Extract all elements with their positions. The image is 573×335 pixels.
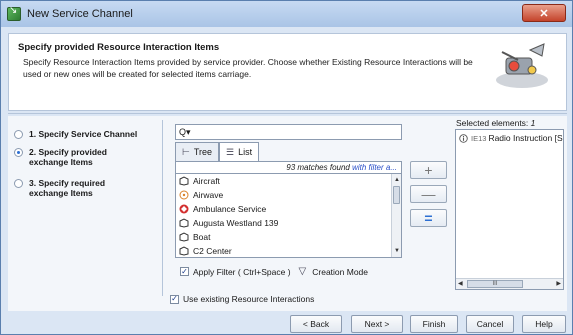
tab-tree[interactable]: ⊢ Tree: [175, 142, 220, 161]
remove-button[interactable]: —: [410, 185, 447, 203]
tab-tree-label: Tree: [193, 147, 213, 157]
service-icon: [179, 204, 189, 214]
search-input[interactable]: Q▾: [175, 124, 402, 140]
list-scrollbar[interactable]: ▲ ▼: [391, 174, 401, 257]
step-3-radio[interactable]: [14, 179, 23, 188]
selected-item[interactable]: IE13 Radio Instruction [S: [459, 133, 563, 143]
view-tabs: ⊢ Tree ☰ List: [175, 142, 260, 161]
selected-hscrollbar[interactable]: ◀ III ▶: [456, 278, 563, 289]
header-title: Specify provided Resource Interaction It…: [18, 42, 220, 53]
transfer-buttons: + — =: [410, 161, 447, 233]
apply-filter-label: Apply Filter ( Ctrl+Space ): [193, 266, 291, 277]
step-2-radio[interactable]: [14, 148, 23, 157]
tab-list[interactable]: ☰ List: [219, 142, 260, 161]
scroll-left-icon[interactable]: ◀: [458, 280, 463, 287]
wizard-body: 1. Specify Service Channel 2. Specify pr…: [8, 116, 567, 311]
finish-button[interactable]: Finish: [410, 315, 458, 333]
block-icon: [179, 232, 189, 242]
dialog-window: New Service Channel ✕ Specify provided R…: [0, 0, 573, 335]
selected-elements-label: Selected elements: 1: [456, 118, 536, 128]
button-bar: < Back Next > Finish Cancel Help: [1, 313, 572, 335]
tab-list-label: List: [238, 147, 253, 157]
use-existing-row: ✓ Use existing Resource Interactions: [170, 294, 314, 304]
block-icon: [179, 218, 189, 228]
list-item[interactable]: Boat: [176, 230, 401, 244]
step-2[interactable]: 2. Specify provided exchange Items: [14, 147, 134, 167]
step-2-label: 2. Specify provided exchange Items: [29, 147, 107, 167]
filter-link[interactable]: with filter a...: [352, 163, 397, 172]
header-separator: [8, 113, 567, 114]
block-icon: [179, 176, 189, 186]
step-1[interactable]: 1. Specify Service Channel: [14, 129, 137, 139]
close-button[interactable]: ✕: [522, 4, 566, 22]
selected-item-label: Radio Instruction [S: [488, 133, 563, 143]
matches-count: 93 matches found: [286, 163, 353, 172]
filter-row: ✓ Apply Filter ( Ctrl+Space ) ▽ Creation…: [180, 266, 368, 277]
signal-icon: [179, 190, 189, 200]
window-title: New Service Channel: [27, 8, 133, 20]
matches-status: 93 matches found with filter a...: [175, 161, 402, 173]
selected-elements-list[interactable]: IE13 Radio Instruction [S ◀ III ▶: [455, 129, 564, 290]
add-button[interactable]: +: [410, 161, 447, 179]
back-button[interactable]: < Back: [290, 315, 342, 333]
cancel-button[interactable]: Cancel: [466, 315, 514, 333]
hscroll-thumb[interactable]: III: [467, 280, 523, 288]
scroll-up-icon[interactable]: ▲: [393, 176, 401, 184]
scroll-right-icon[interactable]: ▶: [556, 280, 561, 287]
wizard-header: Specify provided Resource Interaction It…: [8, 33, 567, 111]
search-icon: Q▾: [179, 126, 191, 137]
scroll-down-icon[interactable]: ▼: [393, 247, 401, 255]
wizard-illustration-icon: [496, 43, 548, 88]
funnel-icon[interactable]: ▽: [299, 266, 307, 277]
remove-all-button[interactable]: =: [410, 209, 447, 227]
step-3-label: 3. Specify required exchange Items: [29, 178, 106, 198]
list-item[interactable]: Augusta Westland 139: [176, 216, 401, 230]
use-existing-checkbox[interactable]: ✓: [170, 294, 179, 304]
title-bar: New Service Channel ✕: [1, 1, 572, 27]
step-1-label: 1. Specify Service Channel: [29, 129, 138, 139]
apply-filter-checkbox[interactable]: ✓: [180, 267, 189, 276]
tree-icon: ⊢: [182, 146, 190, 157]
element-list[interactable]: Aircraft Airwave Ambulance Service Augus…: [175, 173, 402, 258]
selected-count: 1: [530, 118, 536, 128]
next-button[interactable]: Next >: [351, 315, 403, 333]
list-item[interactable]: Aircraft: [176, 174, 401, 188]
scroll-thumb[interactable]: [393, 186, 400, 204]
step-3[interactable]: 3. Specify required exchange Items: [14, 178, 134, 198]
block-icon: [179, 246, 189, 256]
app-icon: [7, 5, 21, 21]
list-icon: ☰: [226, 146, 235, 157]
use-existing-label: Use existing Resource Interactions: [183, 294, 315, 304]
steps-divider: [162, 120, 163, 296]
list-item[interactable]: Ambulance Service: [176, 202, 401, 216]
info-icon: [459, 133, 468, 143]
step-1-radio[interactable]: [14, 130, 23, 139]
list-item[interactable]: C2 Center: [176, 244, 401, 257]
steps-panel: 1. Specify Service Channel 2. Specify pr…: [8, 116, 160, 311]
help-button[interactable]: Help: [522, 315, 566, 333]
header-description: Specify Resource Interaction Items provi…: [23, 57, 473, 79]
selected-item-stereotype: IE13: [471, 133, 487, 143]
list-item[interactable]: Airwave: [176, 188, 401, 202]
creation-mode-label[interactable]: Creation Mode: [312, 267, 368, 277]
